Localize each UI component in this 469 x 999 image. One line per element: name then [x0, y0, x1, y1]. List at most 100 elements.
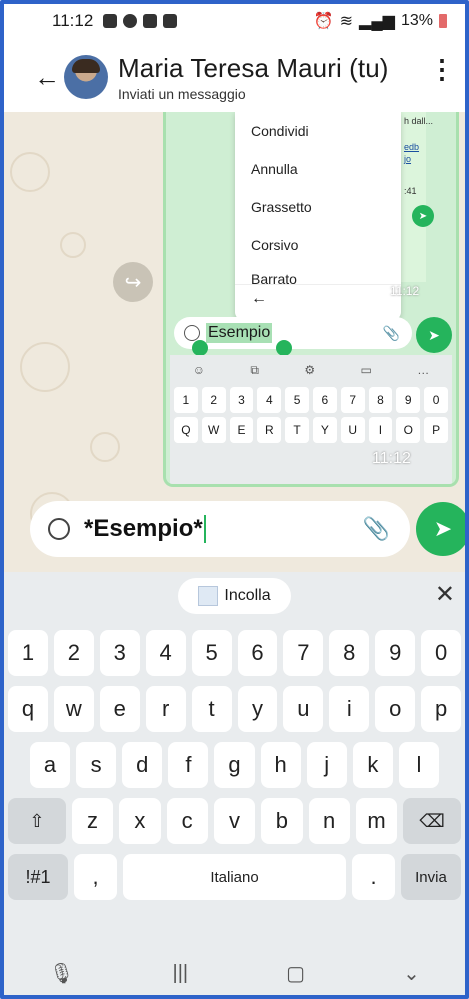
key[interactable]: 1	[8, 630, 48, 676]
key[interactable]: 2	[53, 630, 94, 676]
send-button[interactable]: ➤	[416, 502, 469, 556]
wallpaper-doodle	[20, 342, 70, 392]
chat-header: ← Maria Teresa Mauri (tu) Inviati un mes…	[0, 42, 469, 112]
clipboard-icon: ▭	[360, 363, 372, 377]
inner-message-input: Esempio 📎	[174, 317, 412, 349]
key[interactable]: o	[375, 686, 416, 732]
inner-key: 1	[174, 387, 198, 413]
close-icon[interactable]: ✕	[435, 580, 455, 609]
message-input[interactable]: *Esempio* 📎	[30, 501, 410, 557]
contact-name: Maria Teresa Mauri (tu)	[118, 52, 389, 83]
spotify-icon	[123, 14, 138, 28]
key[interactable]: x	[119, 798, 161, 844]
key[interactable]: e	[99, 686, 140, 732]
inner-snippet: :41	[404, 186, 417, 196]
key[interactable]: b	[261, 798, 303, 844]
inner-sticker-icon	[184, 325, 200, 341]
key[interactable]: 3	[99, 630, 140, 676]
period-key[interactable]: .	[352, 854, 395, 900]
key[interactable]: p	[421, 686, 462, 732]
wallpaper-doodle	[90, 432, 120, 462]
inner-key: 6	[312, 387, 337, 413]
text-caret	[203, 515, 206, 543]
menu-item-strikethrough: Barrato	[251, 271, 297, 284]
key[interactable]: y	[237, 686, 278, 732]
back-arrow-icon[interactable]: ←	[34, 62, 62, 93]
hide-keyboard-icon[interactable]: ⌄	[403, 961, 420, 986]
message-text: *Esempio*	[84, 515, 203, 542]
key[interactable]: q	[8, 686, 48, 732]
key[interactable]: d	[122, 742, 163, 788]
key[interactable]: a	[30, 742, 71, 788]
key[interactable]: 9	[375, 630, 416, 676]
inner-key: 3	[229, 387, 254, 413]
inner-key: 8	[368, 387, 393, 413]
emoji-icon: ☺	[192, 363, 205, 377]
more-options-icon[interactable]: ⋮	[429, 56, 455, 82]
symbols-key[interactable]: !#1	[8, 854, 69, 900]
menu-item-cancel: Annulla	[251, 161, 298, 177]
key[interactable]: z	[71, 798, 114, 844]
key[interactable]: v	[213, 798, 256, 844]
home-icon[interactable]: ▢	[286, 961, 305, 986]
inner-key: 0	[424, 387, 448, 413]
key[interactable]: j	[306, 742, 347, 788]
key[interactable]: 0	[421, 630, 462, 676]
comma-key[interactable]: ,	[74, 854, 117, 900]
keyboard-row-3: ⇧ z x c v b n m ⌫	[0, 798, 469, 844]
avatar[interactable]	[64, 55, 108, 99]
key[interactable]: 4	[145, 630, 186, 676]
selection-handle-right	[276, 340, 292, 356]
key[interactable]: 6	[237, 630, 278, 676]
shift-key-icon[interactable]: ⇧	[8, 798, 66, 844]
key[interactable]: t	[191, 686, 232, 732]
space-key[interactable]: Italiano	[122, 854, 347, 900]
key[interactable]: 7	[283, 630, 324, 676]
inner-key: 5	[285, 387, 309, 413]
system-icons: ⏰ ≋ ▂▄▆ 13%	[314, 11, 447, 31]
wallpaper-doodle	[60, 232, 86, 258]
inner-timestamp-small: 11:12	[390, 284, 420, 298]
key[interactable]: k	[352, 742, 393, 788]
inner-snippet: h dall...	[404, 116, 434, 126]
key[interactable]: m	[355, 798, 398, 844]
contact-info[interactable]: Maria Teresa Mauri (tu) Inviati un messa…	[118, 53, 389, 102]
inner-attach-icon: 📎	[382, 324, 400, 341]
enter-key[interactable]: Invia	[400, 854, 462, 900]
key[interactable]: g	[214, 742, 255, 788]
recents-icon[interactable]: |||	[173, 962, 189, 985]
notification-icons	[103, 14, 178, 28]
keyboard-row-1: q w e r t y u i o p	[0, 686, 469, 732]
inner-key: T	[285, 417, 309, 443]
key[interactable]: 8	[329, 630, 370, 676]
key[interactable]: s	[76, 742, 117, 788]
key[interactable]: l	[398, 742, 439, 788]
inner-key: 2	[201, 387, 226, 413]
key[interactable]: w	[53, 686, 94, 732]
microphone-icon[interactable]: 🎙	[49, 961, 74, 986]
key[interactable]: c	[166, 798, 208, 844]
key[interactable]: u	[283, 686, 324, 732]
alarm-icon: ⏰	[313, 13, 334, 30]
key[interactable]: 5	[191, 630, 232, 676]
inner-selected-text: Esempio	[206, 323, 273, 343]
key[interactable]: i	[329, 686, 370, 732]
inner-key: 4	[257, 387, 282, 413]
settings-icon: ⚙	[304, 363, 316, 377]
forward-icon[interactable]: ↪	[113, 262, 153, 302]
paste-label: Incolla	[224, 587, 271, 604]
key[interactable]: r	[145, 686, 186, 732]
key[interactable]: n	[308, 798, 350, 844]
backspace-key-icon[interactable]: ⌫	[403, 798, 462, 844]
key[interactable]: h	[260, 742, 301, 788]
image-message[interactable]: h dall... edb jo :41 ➤ Condividi Annulla…	[163, 112, 459, 487]
paste-button[interactable]: Incolla	[178, 578, 291, 614]
inner-key: W	[201, 417, 226, 443]
contact-subtitle: Inviati un messaggio	[118, 85, 246, 102]
inner-key: Y	[312, 417, 337, 443]
inner-key: I	[368, 417, 393, 443]
sticker-icon[interactable]	[48, 518, 70, 540]
battery-icon	[439, 14, 447, 28]
attach-icon[interactable]: 📎	[363, 516, 390, 542]
key[interactable]: f	[168, 742, 209, 788]
